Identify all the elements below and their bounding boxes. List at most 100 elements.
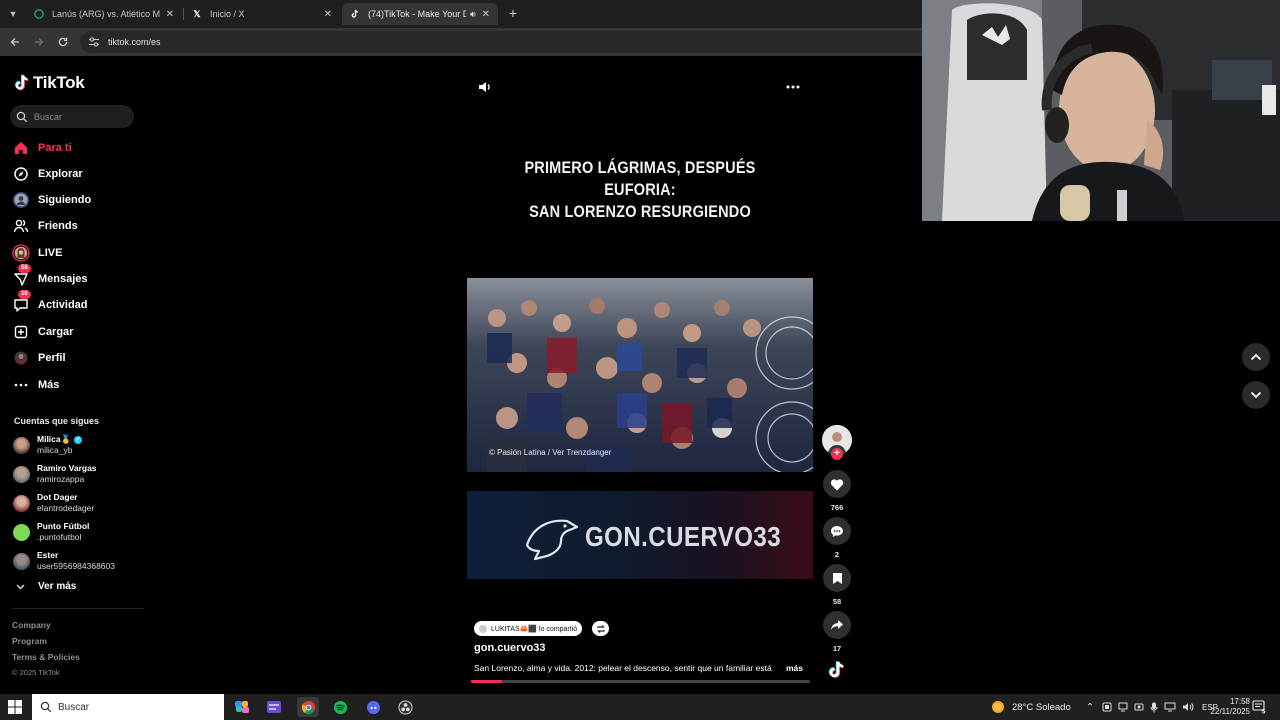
windows-start-icon[interactable] — [8, 700, 22, 714]
obs-icon — [397, 699, 413, 715]
nav-label: Actividad — [38, 299, 88, 311]
nav-explorar[interactable]: Explorar — [12, 164, 137, 184]
tab-close-icon[interactable]: ✕ — [166, 9, 174, 20]
caption-more-link[interactable]: más — [786, 663, 803, 673]
streamer-webcam-image — [922, 0, 1280, 221]
taskbar-files-app[interactable] — [263, 697, 285, 717]
tray-overflow-chevron-icon[interactable]: ⌃ — [1084, 702, 1096, 713]
espn-favicon-icon — [34, 9, 44, 19]
chevron-up-icon — [1250, 353, 1262, 361]
nav-cargar[interactable]: Cargar — [12, 322, 137, 342]
headline-line: SAN LORENZO RESURGIENDO — [529, 203, 751, 221]
notification-icon[interactable]: 5 — [1252, 700, 1266, 714]
nav-live[interactable]: LIVE — [12, 243, 137, 263]
previous-video-button[interactable] — [1242, 343, 1270, 371]
save-button[interactable] — [823, 564, 851, 592]
nav-mensajes[interactable]: 58 Mensajes — [12, 264, 137, 289]
tiktok-logo[interactable]: TikTok — [14, 73, 85, 93]
nav-para-ti[interactable]: Para ti — [12, 138, 137, 158]
video-watermark: © Pasión Latina / Ver Trenzdanger — [489, 448, 612, 457]
back-icon[interactable] — [6, 33, 24, 51]
forward-icon[interactable] — [30, 33, 48, 51]
tab-close-icon[interactable]: ✕ — [324, 9, 332, 20]
account-punto-futbol[interactable]: Punto Fútbol .puntofutbol — [13, 520, 138, 544]
comment-button[interactable] — [823, 517, 851, 545]
taskbar-spotify-app[interactable] — [329, 697, 351, 717]
tab-audio-icon[interactable]: 🔊︎ — [470, 9, 476, 20]
messages-badge: 58 — [18, 264, 31, 273]
network-icon[interactable] — [1164, 702, 1176, 712]
clock-time: 17:58 — [1229, 697, 1250, 706]
taskbar-search[interactable]: Buscar — [32, 694, 224, 720]
volume-icon[interactable] — [477, 79, 493, 95]
tray-capture-icon[interactable] — [1134, 702, 1144, 712]
tiktok-music-disc-icon[interactable] — [826, 659, 848, 681]
spotify-icon — [333, 700, 347, 714]
tab-tiktok[interactable]: (74)TikTok - Make Your Day 🔊︎ ✕ — [342, 3, 498, 25]
account-milica[interactable]: Milica🥇 ✓ milica_yb — [13, 433, 138, 457]
tray-monitor-icon[interactable] — [1118, 702, 1128, 712]
account-name: Milica🥇 — [37, 434, 72, 444]
activity-icon: 16 — [12, 290, 31, 314]
nav-perfil[interactable]: Perfil — [12, 348, 137, 368]
nav-label: Explorar — [38, 168, 83, 180]
headline-line: PRIMERO LÁGRIMAS, DESPUÉS EUFORIA: — [524, 159, 756, 199]
crowd-footage-image — [467, 278, 813, 472]
microphone-icon[interactable] — [1150, 702, 1158, 713]
taskbar-copilot-app[interactable] — [231, 697, 253, 717]
tab-search-button[interactable]: ▾ — [4, 5, 22, 23]
weather-text: 28°C Soleado — [1012, 701, 1071, 713]
account-ramiro[interactable]: Ramiro Vargas ramirozappa — [13, 462, 138, 486]
footer-link-company[interactable]: Company — [12, 620, 51, 630]
clock[interactable]: 17:58 22/11/2025 — [1196, 697, 1250, 717]
video-more-options-icon[interactable] — [786, 80, 802, 94]
reload-icon[interactable] — [54, 33, 72, 51]
video-progress-bar[interactable] — [471, 680, 810, 683]
activity-badge: 16 — [18, 290, 31, 299]
taskbar-discord-app[interactable] — [362, 697, 384, 717]
nav-siguiendo[interactable]: Siguiendo — [12, 190, 137, 210]
tiktok-sidebar: TikTok Para ti Explorar Siguiendo Friend… — [0, 58, 145, 694]
following-accounts-title: Cuentas que sigues — [14, 416, 100, 426]
nav-friends[interactable]: Friends — [12, 216, 137, 236]
account-handle: milica_yb — [37, 445, 73, 455]
next-video-button[interactable] — [1242, 381, 1270, 409]
account-ester[interactable]: Ester user5956984368603 — [13, 549, 138, 573]
sharer-avatar — [479, 624, 487, 633]
sidebar-search[interactable] — [10, 105, 134, 128]
upload-icon — [12, 323, 30, 341]
tab-x[interactable]: 𝕏 Inicio / X ✕ — [184, 3, 340, 25]
tab-close-icon[interactable]: ✕ — [482, 9, 490, 20]
speaker-icon[interactable] — [1182, 702, 1194, 712]
x-logo-icon: 𝕏 — [193, 8, 201, 19]
see-more-button[interactable]: Ver más — [16, 581, 76, 592]
taskbar-obs-app[interactable] — [394, 697, 416, 717]
repost-icon[interactable] — [592, 621, 609, 636]
weather-widget[interactable]: 28°C Soleado — [990, 694, 1071, 720]
taskbar-chrome-app[interactable] — [297, 697, 319, 717]
address-bar[interactable]: tiktok.com/es — [80, 31, 922, 53]
avatar — [13, 523, 30, 541]
site-settings-icon[interactable] — [88, 36, 100, 48]
account-dot-dager[interactable]: Dot Dager elantrodedager — [13, 491, 138, 515]
nav-mas[interactable]: Más — [12, 375, 137, 395]
footer-link-terms[interactable]: Terms & Policies — [12, 652, 80, 662]
footer-link-program[interactable]: Program — [12, 636, 47, 646]
sun-icon — [992, 701, 1004, 713]
new-tab-button[interactable]: + — [504, 4, 522, 22]
tray-app-icon[interactable] — [1102, 702, 1112, 712]
share-button[interactable] — [823, 611, 851, 639]
nav-label: Siguiendo — [38, 194, 92, 206]
like-button[interactable] — [823, 470, 851, 498]
nav-actividad[interactable]: 16 Actividad — [12, 290, 137, 315]
nav-label: Mensajes — [38, 273, 88, 285]
shared-by-pill[interactable]: LUKITAS🦀⬛ lo compartió — [474, 621, 583, 636]
tab-lanus[interactable]: Lanús (ARG) vs. Atlético Mineiro ✕ — [26, 3, 182, 25]
follow-plus-icon[interactable]: + — [831, 448, 843, 460]
channel-banner: GON.CUERVO33 — [467, 491, 813, 579]
nav-label: Friends — [38, 220, 78, 232]
search-input[interactable] — [34, 111, 124, 122]
video-progress-fill — [471, 680, 502, 683]
video-author[interactable]: gon.cuervo33 — [474, 642, 546, 654]
video-frame[interactable]: © Pasión Latina / Ver Trenzdanger — [467, 278, 813, 472]
